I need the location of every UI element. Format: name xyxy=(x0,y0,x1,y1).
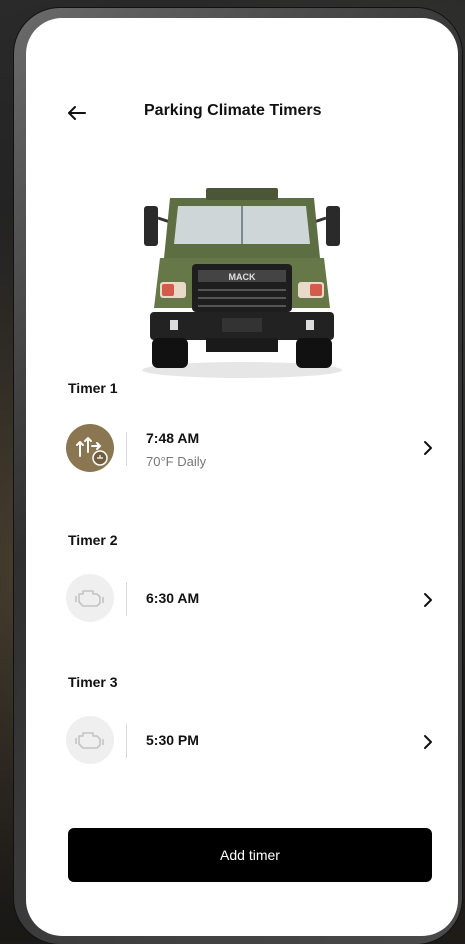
timer-1-detail: 70°F Daily xyxy=(146,454,207,469)
brand-logo-text: MACK xyxy=(229,272,256,282)
arrow-left-icon xyxy=(68,106,86,120)
chevron-right-icon xyxy=(424,735,432,749)
add-timer-button[interactable]: Add timer xyxy=(68,828,432,882)
phone-screen: Parking Climate Timers MACK Timer 1 7:48… xyxy=(26,18,458,936)
page-title: Parking Climate Timers xyxy=(144,102,322,119)
timer-1-label: Timer 1 xyxy=(68,380,118,396)
timer-3-label: Timer 3 xyxy=(68,674,118,690)
timer-3-time: 5:30 PM xyxy=(146,732,199,748)
chevron-right-icon xyxy=(424,441,432,455)
vehicle-image: MACK xyxy=(130,178,354,378)
climate-active-icon xyxy=(66,424,114,472)
row-divider xyxy=(126,724,127,758)
row-divider xyxy=(126,582,127,616)
timer-row-3[interactable]: 5:30 PM xyxy=(56,712,446,770)
timer-1-time: 7:48 AM xyxy=(146,430,200,446)
timer-2-time: 6:30 AM xyxy=(146,590,200,606)
timer-2-label: Timer 2 xyxy=(68,532,118,548)
timer-row-1[interactable]: 7:48 AM 70°F Daily xyxy=(56,420,446,478)
engine-icon xyxy=(66,716,114,764)
row-divider xyxy=(126,432,127,466)
chevron-right-icon xyxy=(424,593,432,607)
back-button[interactable] xyxy=(62,98,92,128)
timer-row-2[interactable]: 6:30 AM xyxy=(56,570,446,628)
engine-icon xyxy=(66,574,114,622)
header-bar: Parking Climate Timers xyxy=(26,96,458,130)
